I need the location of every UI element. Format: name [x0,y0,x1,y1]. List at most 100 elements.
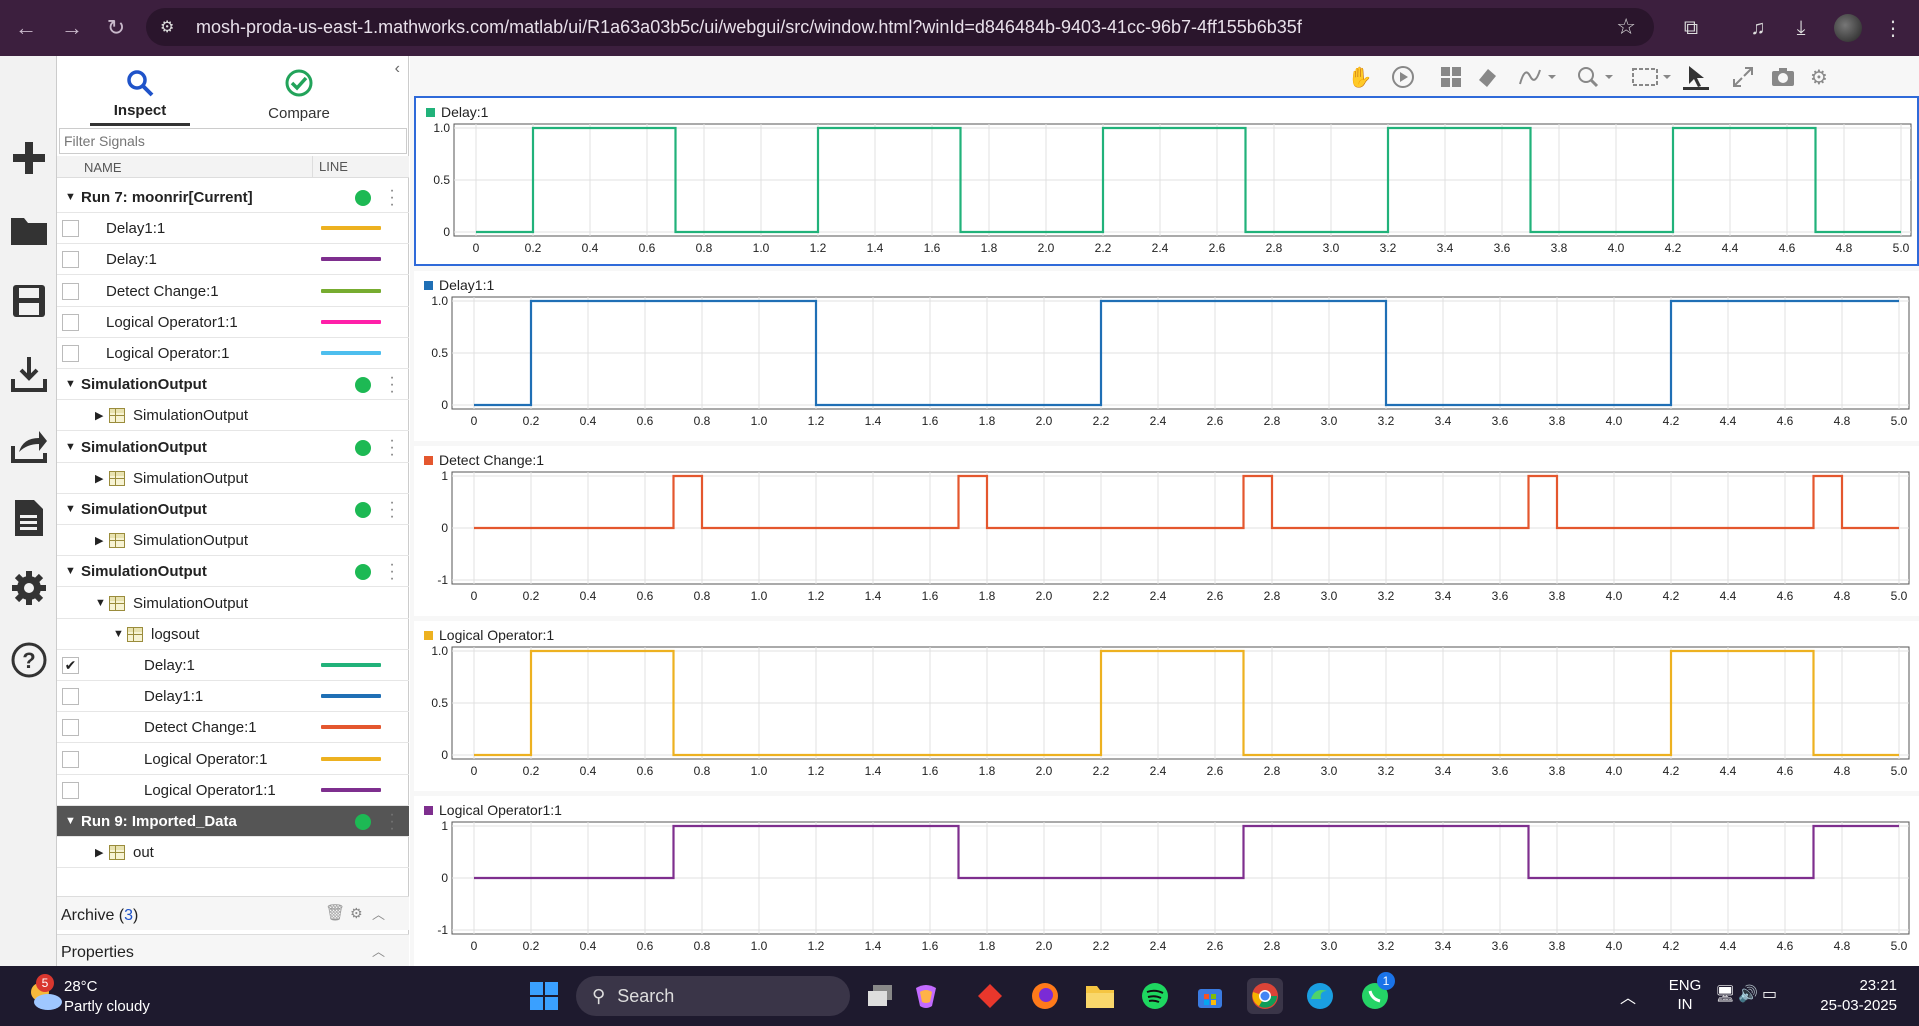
run-options-kebab-icon[interactable]: · · · [388,807,396,837]
bookmark-star-icon[interactable]: ☆ [1616,14,1636,40]
run-row[interactable]: ▼ Run 9: Imported_Data · · · [57,806,409,837]
plot-axes[interactable]: 0 0.2 0.4 0.6 0.8 1.0 1.2 1.4 1.6 1.8 2.0 2.2 2.4 2.6… [414,446,1919,616]
save-icon[interactable] [9,281,49,321]
signal-row[interactable]: Detect Change:1 [57,712,409,744]
plot-axes[interactable]: 0 0.2 0.4 0.6 0.8 1.0 1.2 1.4 1.6 1.8 2.0 2.2 2.4 2.6… [416,98,1919,268]
taskbar-search[interactable]: ⚲ Search [576,976,850,1016]
tab-inspect[interactable]: Inspect [90,62,190,126]
file-explorer-icon[interactable] [1082,978,1118,1014]
properties-section[interactable]: Properties ︿ [57,934,409,966]
import-download-icon[interactable] [9,354,49,394]
plot-axes[interactable]: 0 0.2 0.4 0.6 0.8 1.0 1.2 1.4 1.6 1.8 2.0 2.2 2.4 2.6… [414,271,1919,441]
pan-hand-icon[interactable]: ✋ [1347,64,1373,90]
archive-settings-icon[interactable]: ⚙ [350,905,363,922]
chevron-up-icon[interactable]: ︿ [372,941,385,960]
expand-triangle-icon[interactable]: ▶ [95,846,103,859]
profile-avatar[interactable] [1830,10,1866,46]
signal-plot[interactable]: 0 0.2 0.4 0.6 0.8 1.0 1.2 1.4 1.6 1.8 2.0 2.2 2.4 2.6… [414,621,1919,791]
collapse-panel-chevron-icon[interactable]: ‹ [395,60,400,78]
share-export-icon[interactable] [9,426,49,466]
tree-node-row[interactable]: ▶ SimulationOutput [57,463,409,494]
battery-icon[interactable]: ▭ [1762,984,1777,1004]
media-control-icon[interactable]: ♫ [1740,10,1776,46]
tree-node-row[interactable]: ▼ logsout [57,619,409,650]
expand-triangle-icon[interactable]: ▼ [65,503,76,515]
signal-checkbox[interactable] [62,220,79,238]
settings-gear-icon[interactable] [9,568,49,608]
back-icon[interactable]: ← [8,10,44,46]
signal-row[interactable]: ✔ Delay:1 [57,650,409,681]
expand-triangle-icon[interactable]: ▶ [95,409,103,422]
column-line-header[interactable]: LINE [312,156,348,178]
plot-axes[interactable]: 0 0.2 0.4 0.6 0.8 1.0 1.2 1.4 1.6 1.8 2.0 2.2 2.4 2.6… [414,796,1919,966]
signal-line-swatch[interactable] [321,226,381,231]
camera-snapshot-icon[interactable] [1770,64,1796,90]
eraser-icon[interactable] [1474,64,1500,90]
plot-axes[interactable]: 0 0.2 0.4 0.6 0.8 1.0 1.2 1.4 1.6 1.8 2.0 2.2 2.4 2.6… [414,621,1919,791]
run-options-kebab-icon[interactable]: · · · [388,370,396,400]
browser-menu-icon[interactable]: ⋮ [1875,10,1911,46]
whatsapp-icon[interactable]: 1 [1357,972,1395,1014]
signal-line-swatch[interactable] [321,725,381,730]
run-row[interactable]: ▼ SimulationOutput · · · [57,369,409,401]
tree-node-row[interactable]: ▼ SimulationOutput [57,588,409,619]
signal-plot[interactable]: 0 0.2 0.4 0.6 0.8 1.0 1.2 1.4 1.6 1.8 2.0 2.2 2.4 2.6… [414,271,1919,441]
cursor-select-icon[interactable] [1683,64,1709,90]
language-indicator[interactable]: ENG IN [1665,976,1705,1014]
chrome-icon[interactable] [1247,978,1283,1014]
signal-line-swatch[interactable] [321,787,381,792]
chevron-up-icon[interactable]: ︿ [372,904,385,923]
expand-triangle-icon[interactable]: ▼ [95,597,106,609]
app-diamond-icon[interactable] [972,978,1008,1014]
expand-triangle-icon[interactable]: ▼ [113,628,124,640]
copilot-icon[interactable] [908,978,944,1014]
run-row[interactable]: ▼ Run 7: moonrir[Current] · · · [57,182,409,213]
signal-row[interactable]: Logical Operator1:1 [57,307,409,338]
clock[interactable]: 23:21 25-03-2025 [1820,976,1897,1016]
signal-row[interactable]: Logical Operator:1 [57,338,409,369]
windows-start-icon[interactable] [526,978,562,1014]
plot-settings-gear-icon[interactable]: ⚙ [1806,64,1832,90]
download-icon[interactable]: ⤓ [1783,10,1819,46]
report-document-icon[interactable] [9,498,49,538]
tab-compare[interactable]: Compare [249,62,349,126]
address-bar[interactable]: ⚙ mosh-proda-us-east-1.mathworks.com/mat… [146,8,1654,46]
expand-triangle-icon[interactable]: ▶ [95,472,103,485]
signal-line-swatch[interactable] [321,257,381,262]
task-view-icon[interactable] [862,978,898,1014]
signal-line-swatch[interactable] [321,351,381,355]
signal-row[interactable]: Logical Operator:1 [57,744,409,775]
run-row[interactable]: ▼ SimulationOutput · · · [57,556,409,588]
expand-triangle-icon[interactable]: ▼ [65,815,76,827]
run-row[interactable]: ▼ SimulationOutput · · · [57,494,409,525]
run-row[interactable]: ▼ SimulationOutput · · · [57,432,409,463]
run-options-kebab-icon[interactable]: · · · [388,557,396,587]
signal-line-swatch[interactable] [321,319,381,324]
fit-view-icon[interactable] [1630,64,1674,90]
edge-icon[interactable] [1302,978,1338,1014]
zoom-icon[interactable] [1576,64,1616,90]
signal-row[interactable]: Delay1:1 [57,681,409,713]
layout-grid-icon[interactable] [1438,64,1464,90]
signal-plot[interactable]: 0 0.2 0.4 0.6 0.8 1.0 1.2 1.4 1.6 1.8 2.0 2.2 2.4 2.6… [414,446,1919,616]
tree-node-row[interactable]: ▶ SimulationOutput [57,525,409,557]
open-folder-icon[interactable] [9,210,49,250]
site-info-icon[interactable]: ⚙ [160,17,186,37]
signal-checkbox[interactable] [62,719,79,737]
signal-line-swatch[interactable] [321,694,381,699]
signal-line-swatch[interactable] [321,663,381,667]
signal-row[interactable]: Delay1:1 [57,213,409,245]
run-options-kebab-icon[interactable]: · · · [388,432,396,462]
forward-icon[interactable]: → [54,10,90,46]
signal-checkbox[interactable] [62,688,79,706]
volume-icon[interactable]: 🔊 [1738,984,1758,1004]
signal-row[interactable]: Delay:1 [57,244,409,276]
signal-line-swatch[interactable] [321,756,381,761]
run-options-kebab-icon[interactable]: · · · [388,183,396,213]
signal-checkbox[interactable] [62,251,79,269]
weather-widget[interactable]: 5 28°C Partly cloudy [20,974,220,1018]
filter-signals-input[interactable] [59,128,407,154]
signal-plot[interactable]: 0 0.2 0.4 0.6 0.8 1.0 1.2 1.4 1.6 1.8 2.0 2.2 2.4 2.6… [414,796,1919,966]
expand-triangle-icon[interactable]: ▼ [65,378,76,390]
extensions-icon[interactable]: ⧉ [1673,10,1709,46]
